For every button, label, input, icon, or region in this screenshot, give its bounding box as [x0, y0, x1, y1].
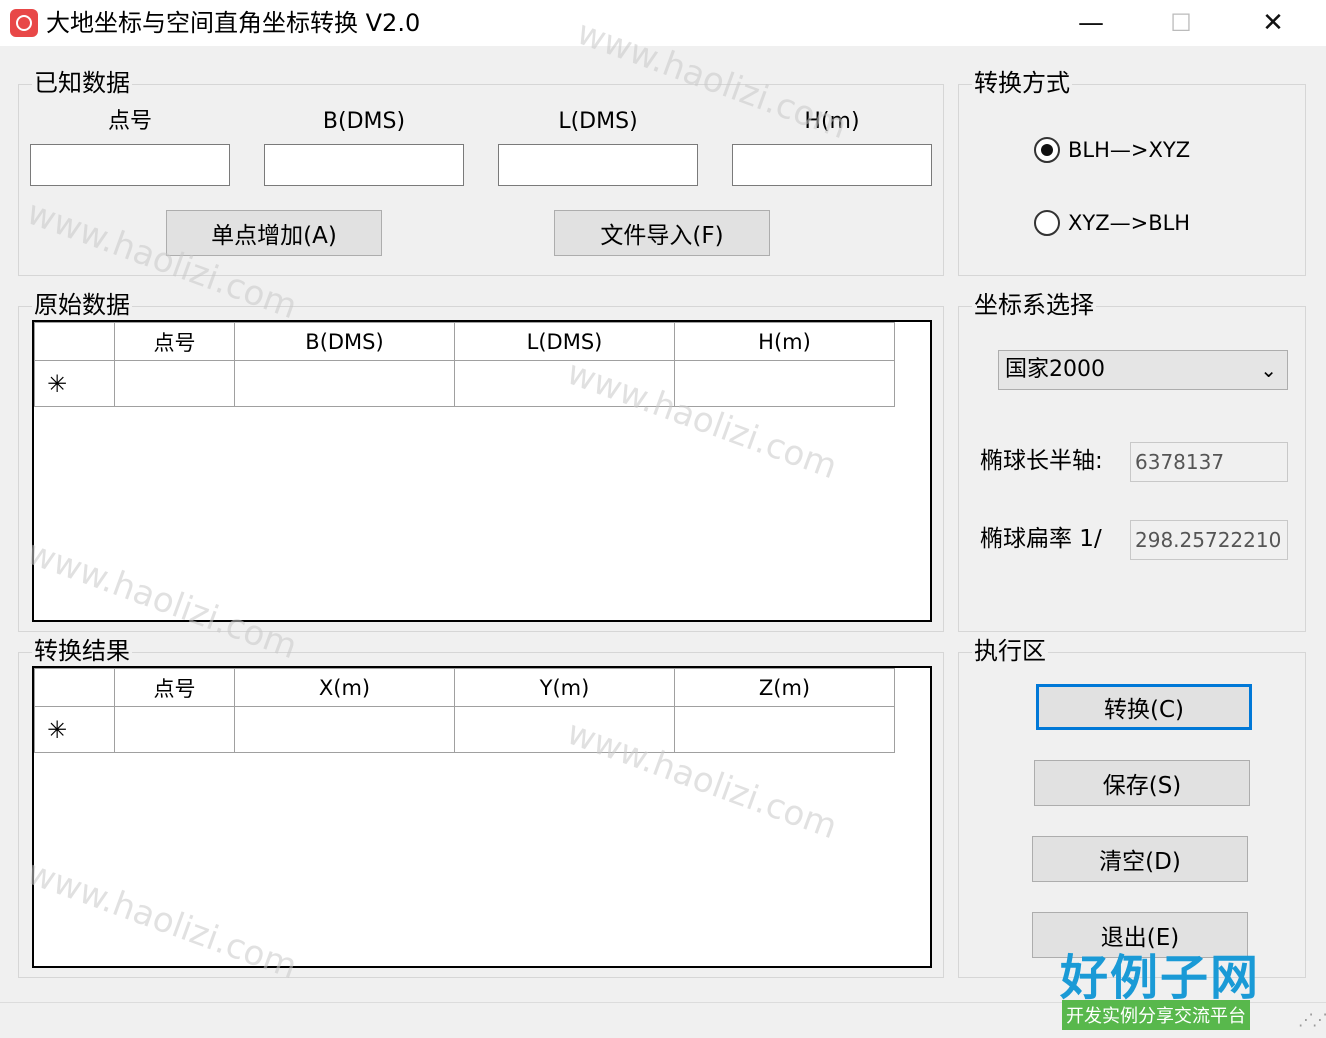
- resize-grip-icon[interactable]: ⋰⋰: [1298, 1010, 1326, 1029]
- h-input[interactable]: [732, 144, 932, 186]
- coord-system-select[interactable]: 国家2000 ⌄: [998, 350, 1288, 390]
- table-cell[interactable]: [454, 706, 675, 753]
- radio-blh-xyz-label[interactable]: BLH—>XYZ: [1068, 137, 1190, 163]
- site-logo: 好例子网: [1060, 950, 1261, 1006]
- mode-label: 转换方式: [972, 68, 1072, 98]
- new-row[interactable]: ✳: [34, 706, 895, 753]
- mode-group: [958, 84, 1306, 276]
- exec-label: 执行区: [972, 636, 1048, 666]
- flattening-label: 椭球扁率 1/: [980, 526, 1102, 552]
- grid-corner: [34, 668, 115, 707]
- coord-system-label: 坐标系选择: [972, 290, 1096, 320]
- coord-system-value: 国家2000: [1005, 357, 1105, 382]
- l-input[interactable]: [498, 144, 698, 186]
- l-label: L(DMS): [558, 109, 638, 134]
- column-header[interactable]: X(m): [234, 668, 455, 707]
- original-data-grid[interactable]: 点号 B(DMS) L(DMS) H(m) ✳: [32, 320, 932, 622]
- result-grid[interactable]: 点号 X(m) Y(m) Z(m) ✳: [32, 666, 932, 968]
- column-header[interactable]: H(m): [674, 322, 895, 361]
- radio-blh-xyz[interactable]: [1034, 137, 1060, 163]
- table-cell[interactable]: [114, 706, 235, 753]
- column-header[interactable]: 点号: [114, 668, 235, 707]
- column-header[interactable]: B(DMS): [234, 322, 455, 361]
- semi-major-label: 椭球长半轴:: [980, 448, 1103, 474]
- column-header[interactable]: L(DMS): [454, 322, 675, 361]
- table-cell[interactable]: [234, 360, 455, 407]
- table-cell[interactable]: [454, 360, 675, 407]
- add-point-button[interactable]: 单点增加(A): [166, 210, 382, 256]
- original-data-label: 原始数据: [32, 290, 132, 320]
- column-header[interactable]: 点号: [114, 322, 235, 361]
- import-file-button[interactable]: 文件导入(F): [554, 210, 770, 256]
- b-input[interactable]: [264, 144, 464, 186]
- point-label: 点号: [107, 109, 152, 134]
- table-cell[interactable]: [114, 360, 235, 407]
- column-header[interactable]: Z(m): [674, 668, 895, 707]
- semi-major-field[interactable]: 6378137: [1130, 442, 1288, 482]
- result-label: 转换结果: [32, 636, 132, 666]
- app-icon: [10, 9, 38, 37]
- minimize-button[interactable]: —: [1046, 0, 1136, 46]
- radio-xyz-blh[interactable]: [1034, 210, 1060, 236]
- column-header[interactable]: Y(m): [454, 668, 675, 707]
- table-cell[interactable]: [674, 706, 895, 753]
- new-row-marker: ✳: [34, 706, 115, 753]
- point-input[interactable]: [30, 144, 230, 186]
- b-label: B(DMS): [322, 109, 406, 134]
- table-cell[interactable]: [674, 360, 895, 407]
- convert-button[interactable]: 转换(C): [1036, 684, 1252, 730]
- chevron-down-icon: ⌄: [1260, 358, 1277, 382]
- table-cell[interactable]: [234, 706, 455, 753]
- new-row-marker: ✳: [34, 360, 115, 407]
- new-row[interactable]: ✳: [34, 360, 895, 407]
- save-button[interactable]: 保存(S): [1034, 760, 1250, 806]
- radio-xyz-blh-label[interactable]: XYZ—>BLH: [1068, 210, 1190, 236]
- clear-button[interactable]: 清空(D): [1032, 836, 1248, 882]
- site-logo-tagline: 开发实例分享交流平台: [1062, 1000, 1250, 1030]
- h-label: H(m): [804, 109, 860, 134]
- close-button[interactable]: ✕: [1228, 0, 1318, 46]
- window-title: 大地坐标与空间直角坐标转换 V2.0: [46, 9, 421, 37]
- known-data-label: 已知数据: [32, 68, 132, 98]
- flattening-field[interactable]: 298.25722210: [1130, 520, 1288, 560]
- grid-corner: [34, 322, 115, 361]
- maximize-button[interactable]: ☐: [1136, 0, 1226, 46]
